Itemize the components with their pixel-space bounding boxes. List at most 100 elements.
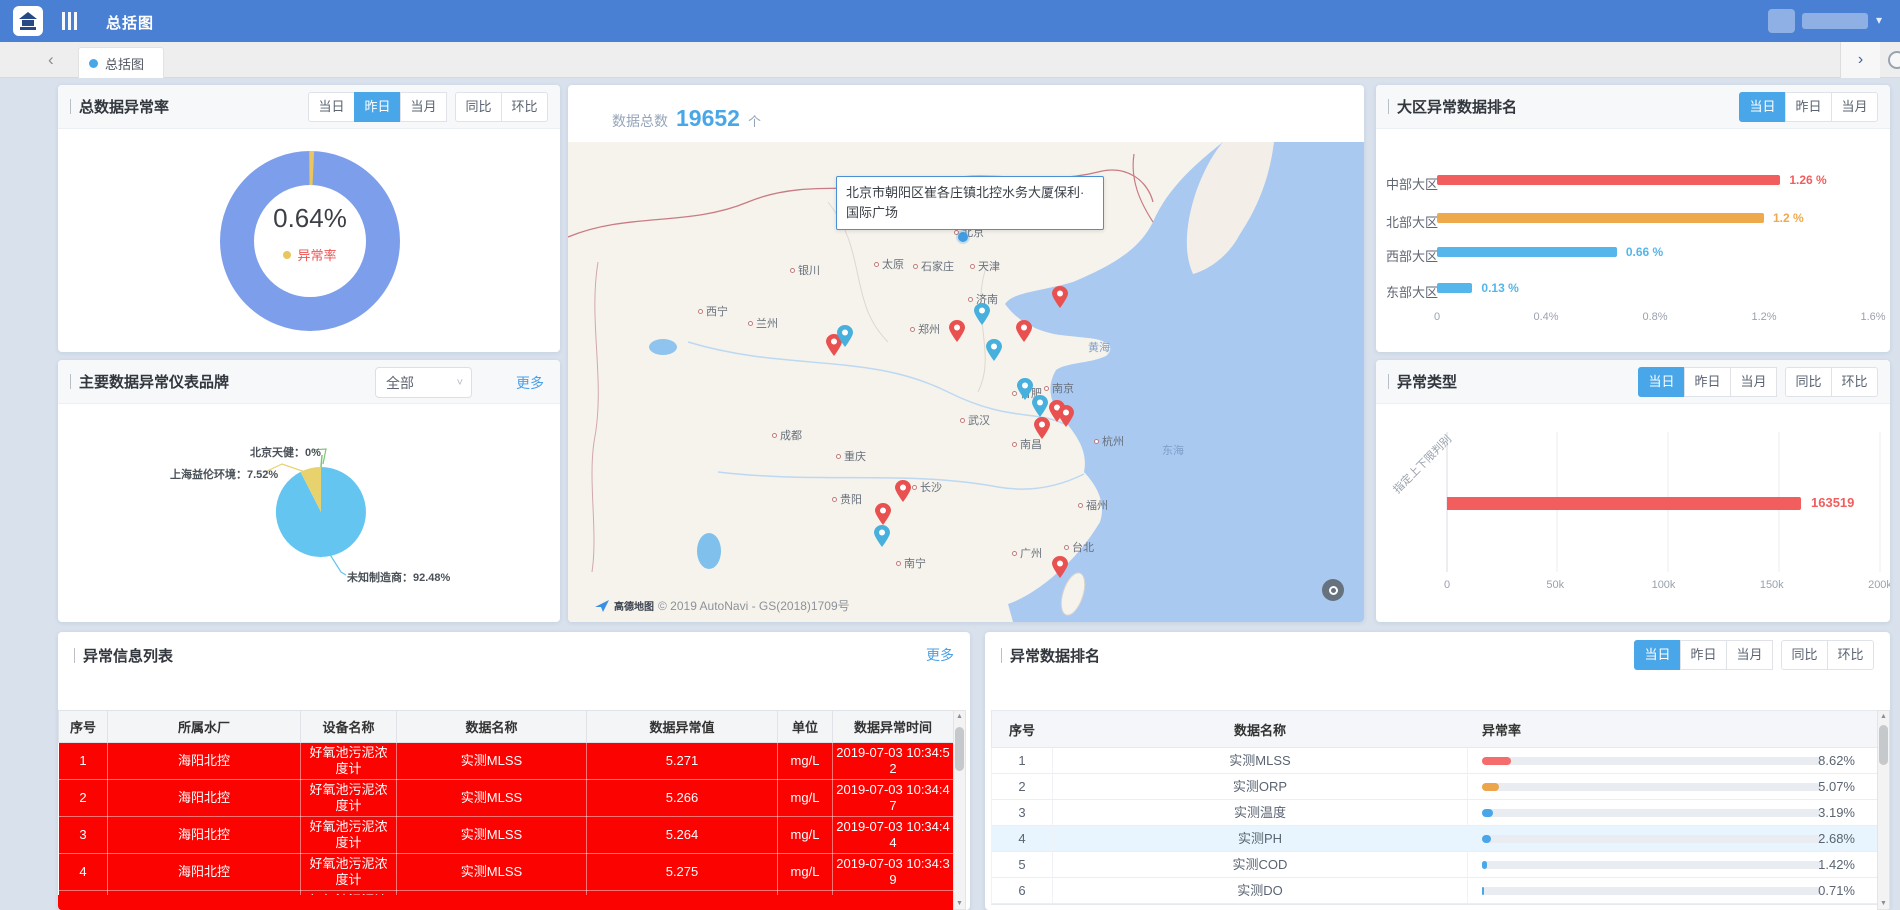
scrollbar-thumb[interactable] [955, 727, 964, 771]
user-name[interactable] [1802, 13, 1868, 29]
city-name: 南宁 [904, 555, 926, 571]
station-pin-icon-blue[interactable] [974, 303, 990, 325]
rank-value: 2.68% [1818, 831, 1855, 846]
pie-label: 北京天健：0% [250, 444, 321, 460]
rank-table-scrollbar[interactable]: ▲ ▼ [1877, 710, 1890, 910]
tab-当月[interactable]: 当月 [1726, 640, 1773, 670]
rank-bar-fill [1482, 809, 1493, 817]
tabs-scroll-left-icon[interactable]: ‹ [48, 50, 54, 70]
scroll-down-icon[interactable]: ▼ [1878, 900, 1889, 907]
station-pin-icon-red[interactable] [1052, 286, 1068, 308]
avatar[interactable] [1768, 9, 1795, 33]
station-pin-icon-red[interactable] [875, 503, 891, 525]
tab-环比[interactable]: 环比 [1827, 640, 1874, 670]
panel-region-rank-header: 大区异常数据排名 当日昨日当月 [1376, 85, 1890, 129]
selected-station-marker[interactable] [958, 232, 968, 242]
table-cell: 实测MLSS [397, 743, 587, 780]
table-cell: 1 [59, 743, 108, 780]
region-bar [1437, 247, 1617, 257]
panel-abnormal-type: 异常类型 当日昨日当月同比环比 指定上下限判别 163519 050k100k1… [1376, 360, 1890, 622]
tabs-scroll-right-icon[interactable]: › [1840, 42, 1880, 78]
panel-total-abnormal-rate: 总数据异常率 当日昨日当月同比环比 0.64% 异常率 [58, 85, 560, 352]
axis-tick-label: 1.2% [1751, 311, 1776, 323]
info-more-link[interactable]: 更多 [926, 645, 954, 665]
rank-row[interactable]: 3实测温度3.19% [991, 800, 1880, 826]
station-pin-icon-red[interactable] [1052, 556, 1068, 578]
tab-昨日[interactable]: 昨日 [1785, 92, 1832, 122]
panel-title: 异常信息列表 [74, 645, 173, 666]
city-label: 兰州 [748, 315, 778, 331]
tab-当日[interactable]: 当日 [1634, 640, 1681, 670]
table-row[interactable]: 3海阳北控好氧池污泥浓度计实测MLSS5.264mg/L2019-07-03 1… [59, 817, 954, 854]
rank-bar-track [1482, 887, 1821, 895]
tab-环比[interactable]: 环比 [501, 92, 548, 122]
tab-当日[interactable]: 当日 [308, 92, 355, 122]
rank-bar-fill [1482, 757, 1511, 765]
station-pin-icon-red[interactable] [1016, 320, 1032, 342]
column-header: 数据异常时间 [833, 711, 954, 743]
info-table-scrollbar[interactable]: ▲ ▼ [953, 710, 966, 910]
table-cell: 2019-07-03 10:34:47 [833, 780, 954, 817]
city-name: 成都 [780, 427, 802, 443]
column-header: 数据异常值 [587, 711, 778, 743]
panel-brand: 主要数据异常仪表品牌 全部 ˅ 更多 北京天健：0%上海益伦环境：7.52%未知… [58, 360, 560, 622]
scroll-down-icon[interactable]: ▼ [954, 900, 965, 907]
city-label: 银川 [790, 262, 820, 278]
rank-row[interactable]: 2实测ORP5.07% [991, 774, 1880, 800]
rank-value: 3.19% [1818, 805, 1855, 820]
rank-row[interactable]: 1实测MLSS8.62% [991, 748, 1880, 774]
station-pin-icon-blue[interactable] [986, 339, 1002, 361]
table-cell: 5.264 [587, 817, 778, 854]
map-locate-button[interactable] [1322, 579, 1344, 601]
tab-options-icon[interactable] [1888, 51, 1900, 69]
station-pin-icon-red[interactable] [895, 480, 911, 502]
rank-row[interactable]: 5实测COD1.42% [991, 852, 1880, 878]
table-row[interactable]: 2海阳北控好氧池污泥浓度计实测MLSS5.266mg/L2019-07-03 1… [59, 780, 954, 817]
tab-当日[interactable]: 当日 [1739, 92, 1786, 122]
station-pin-icon-red[interactable] [1034, 417, 1050, 439]
tab-昨日[interactable]: 昨日 [354, 92, 401, 122]
city-name: 银川 [798, 262, 820, 278]
city-dot-icon [874, 262, 879, 267]
pie-slice-beijing[interactable] [321, 455, 322, 467]
city-label: 成都 [772, 427, 802, 443]
rank-no: 5 [992, 857, 1052, 872]
panel-title: 异常数据排名 [1001, 645, 1100, 666]
station-pin-icon-blue[interactable] [874, 525, 890, 547]
table-row[interactable]: 4海阳北控好氧池污泥浓度计实测MLSS5.275mg/L2019-07-03 1… [59, 854, 954, 891]
station-pin-icon-blue[interactable] [1032, 395, 1048, 417]
region-bar-value: 0.13 % [1481, 281, 1518, 295]
region-bar-value: 0.66 % [1626, 245, 1663, 259]
menu-toggle-icon[interactable] [62, 12, 84, 30]
user-dropdown-caret[interactable]: ▾ [1876, 13, 1882, 27]
tab-昨日[interactable]: 昨日 [1680, 640, 1727, 670]
scrollbar-thumb[interactable] [1879, 725, 1888, 765]
table-cell: 实测MLSS [397, 854, 587, 891]
tab-overview[interactable]: 总括图 [78, 47, 164, 78]
column-header: 设备名称 [301, 711, 397, 743]
scroll-up-icon[interactable]: ▲ [954, 713, 965, 720]
rank-bar-track [1482, 835, 1821, 843]
table-row-partial [58, 895, 953, 910]
table-row[interactable]: 1海阳北控好氧池污泥浓度计实测MLSS5.271mg/L2019-07-03 1… [59, 743, 954, 780]
panel-total-abnormal-rate-header: 总数据异常率 当日昨日当月同比环比 [58, 85, 560, 129]
amap-logo-text: 高德地图 [614, 598, 654, 613]
station-pin-icon-red[interactable] [949, 320, 965, 342]
column-header: 单位 [778, 711, 833, 743]
tab-同比[interactable]: 同比 [1781, 640, 1828, 670]
station-pin-icon-blue[interactable] [1017, 378, 1033, 400]
city-name: 广州 [1020, 545, 1042, 561]
rank-row[interactable]: 6实测DO0.71% [991, 878, 1880, 904]
station-pin-icon-red[interactable] [1058, 405, 1074, 427]
panel-region-rank: 大区异常数据排名 当日昨日当月 中部大区1.26 %北部大区1.2 %西部大区0… [1376, 85, 1890, 352]
city-dot-icon [970, 264, 975, 269]
station-pin-icon-blue[interactable] [837, 325, 853, 347]
scroll-up-icon[interactable]: ▲ [1878, 713, 1889, 720]
tab-当月[interactable]: 当月 [1831, 92, 1878, 122]
pie-chart [58, 360, 560, 622]
rank-row[interactable]: 4实测PH2.68% [991, 826, 1880, 852]
sea-label: 黄海 [1088, 339, 1110, 355]
tab-当月[interactable]: 当月 [400, 92, 447, 122]
tab-同比[interactable]: 同比 [455, 92, 502, 122]
rank-bar-track [1482, 757, 1821, 765]
